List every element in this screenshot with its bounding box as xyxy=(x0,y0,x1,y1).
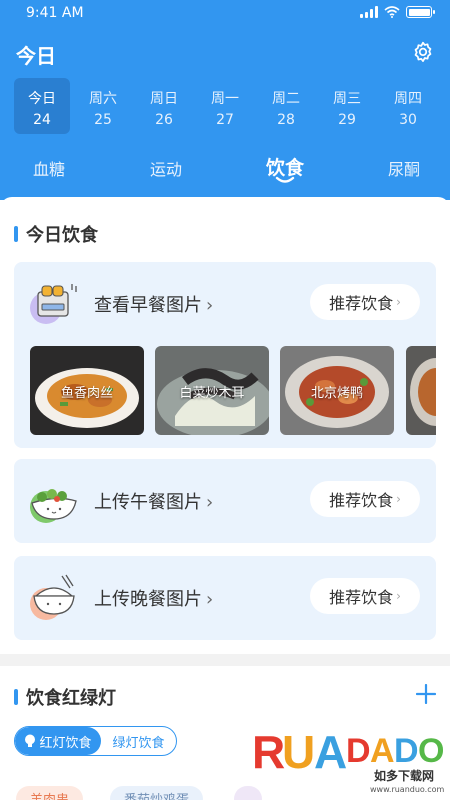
battery-icon xyxy=(406,6,435,18)
chevron-right-icon: › xyxy=(396,492,401,506)
section-title: 今日饮食 xyxy=(26,225,98,246)
food-chip[interactable]: 番茄炒鸡蛋 xyxy=(110,786,204,800)
svg-text:U: U xyxy=(282,726,315,778)
green-light-option[interactable]: 绿灯饮食 xyxy=(101,727,176,755)
food-photo[interactable]: 白菜炒木耳 xyxy=(155,346,269,435)
day-number: 25 xyxy=(94,112,112,128)
bulb-icon xyxy=(25,734,36,747)
rice-bowl-icon xyxy=(30,574,75,620)
chevron-right-icon: › xyxy=(206,589,214,610)
day-number: 26 xyxy=(155,112,173,128)
day-weekday: 周三 xyxy=(333,91,361,107)
salad-bowl-icon xyxy=(30,489,77,523)
signal-icon xyxy=(360,6,378,18)
lunch-card: 上传午餐图片 › 推荐饮食 › xyxy=(14,459,436,543)
chevron-right-icon: › xyxy=(396,589,401,603)
day-number: 28 xyxy=(277,112,295,128)
breakfast-photo-strip: 鱼香肉丝 白菜炒木耳 北京烤鸭 xyxy=(30,346,436,436)
day-number: 29 xyxy=(338,112,356,128)
day-weekday: 周一 xyxy=(211,91,239,107)
day-number: 24 xyxy=(33,112,51,128)
photo-caption: 白菜炒木耳 xyxy=(179,386,245,401)
day-item-thu[interactable]: 周四 30 xyxy=(380,78,436,134)
day-weekday: 周日 xyxy=(150,91,178,107)
chevron-right-icon: › xyxy=(396,295,401,309)
svg-text:如多下载网: 如多下载网 xyxy=(374,768,434,783)
svg-text:A: A xyxy=(314,726,347,778)
tab-blood-sugar[interactable]: 血糖 xyxy=(33,156,65,180)
recommend-label: 推荐饮食 xyxy=(329,491,394,510)
svg-text:D: D xyxy=(346,732,371,770)
meal-label-text: 查看早餐图片 xyxy=(94,295,202,316)
day-weekday: 周二 xyxy=(272,91,300,107)
lunch-row: 上传午餐图片 › 推荐饮食 › xyxy=(14,459,436,541)
photo-caption: 鱼香肉丝 xyxy=(60,386,113,401)
dinner-card: 上传晚餐图片 › 推荐饮食 › xyxy=(14,556,436,640)
dinner-recommend-button[interactable]: 推荐饮食 › xyxy=(310,578,420,614)
day-number: 30 xyxy=(399,112,417,128)
svg-text:www.ruanduo.com: www.ruanduo.com xyxy=(370,785,445,794)
view-breakfast-photos-link[interactable]: 查看早餐图片 › xyxy=(94,291,213,317)
settings-gear-icon[interactable] xyxy=(410,40,436,66)
photo-caption: 北京烤鸭 xyxy=(310,386,363,401)
meal-label-text: 上传晚餐图片 xyxy=(94,589,202,610)
wifi-icon xyxy=(384,6,400,18)
category-tabs: 血糖 运动 饮食 尿酮 xyxy=(0,150,450,190)
diet-light-toggle[interactable]: 红灯饮食 绿灯饮食 xyxy=(14,726,177,756)
add-plus-icon[interactable] xyxy=(416,684,436,704)
day-item-sun[interactable]: 周日 26 xyxy=(136,78,192,134)
status-bar: 9:41 AM xyxy=(0,0,450,28)
day-item-tue[interactable]: 周二 28 xyxy=(258,78,314,134)
header: 9:41 AM 今日 今日 24 周六 25 周日 26 周一 27 周二 28… xyxy=(0,0,450,200)
upload-dinner-photos-link[interactable]: 上传晚餐图片 › xyxy=(94,585,213,611)
recommend-label: 推荐饮食 xyxy=(329,588,394,607)
ruandado-watermark-logo: R U A D A D O 如多下载网 www.ruanduo.com xyxy=(252,726,445,794)
svg-text:A: A xyxy=(370,732,395,770)
day-weekday: 周四 xyxy=(394,91,422,107)
recommend-label: 推荐饮食 xyxy=(329,294,394,313)
breakfast-card: 查看早餐图片 › 推荐饮食 › 鱼香肉丝 白菜炒木耳 北京烤鸭 xyxy=(14,262,436,448)
tab-urine-ketone[interactable]: 尿酮 xyxy=(388,156,420,180)
breakfast-row: 查看早餐图片 › 推荐饮食 › xyxy=(14,262,436,344)
today-diet-header: 今日饮食 xyxy=(14,221,98,247)
day-item-mon[interactable]: 周一 27 xyxy=(197,78,253,134)
status-icons xyxy=(360,6,435,18)
section-divider xyxy=(0,654,450,666)
food-photo[interactable] xyxy=(406,346,436,435)
svg-text:O: O xyxy=(418,732,444,770)
tab-exercise[interactable]: 运动 xyxy=(150,156,182,180)
toaster-icon xyxy=(30,284,77,324)
page-title: 今日 xyxy=(16,44,56,68)
red-light-label: 红灯饮食 xyxy=(39,735,92,751)
green-light-label: 绿灯饮食 xyxy=(112,735,165,751)
food-image xyxy=(406,346,436,435)
day-item-wed[interactable]: 周三 29 xyxy=(319,78,375,134)
traffic-light-header: 饮食红绿灯 xyxy=(14,684,116,710)
day-weekday: 今日 xyxy=(28,91,56,107)
section-title: 饮食红绿灯 xyxy=(26,688,116,709)
section-accent-bar xyxy=(14,226,18,242)
svg-text:R: R xyxy=(252,726,285,778)
upload-lunch-photos-link[interactable]: 上传午餐图片 › xyxy=(94,488,213,514)
day-number: 27 xyxy=(216,112,234,128)
day-item-today[interactable]: 今日 24 xyxy=(14,78,70,134)
breakfast-recommend-button[interactable]: 推荐饮食 › xyxy=(310,284,420,320)
food-photo[interactable]: 鱼香肉丝 xyxy=(30,346,144,435)
section-accent-bar xyxy=(14,689,18,705)
red-light-option[interactable]: 红灯饮食 xyxy=(15,727,101,755)
food-chip[interactable]: 羊肉串 xyxy=(16,786,84,800)
chevron-right-icon: › xyxy=(206,295,214,316)
lunch-recommend-button[interactable]: 推荐饮食 › xyxy=(310,481,420,517)
status-time: 9:41 AM xyxy=(26,5,84,21)
meal-label-text: 上传午餐图片 xyxy=(94,492,202,513)
week-selector: 今日 24 周六 25 周日 26 周一 27 周二 28 周三 29 周四 3… xyxy=(14,78,444,134)
day-item-sat[interactable]: 周六 25 xyxy=(75,78,131,134)
svg-text:D: D xyxy=(394,732,419,770)
chevron-right-icon: › xyxy=(206,492,214,513)
dinner-row: 上传晚餐图片 › 推荐饮食 › xyxy=(14,556,436,638)
food-photo[interactable]: 北京烤鸭 xyxy=(280,346,394,435)
day-weekday: 周六 xyxy=(89,91,117,107)
active-tab-indicator xyxy=(275,176,295,183)
